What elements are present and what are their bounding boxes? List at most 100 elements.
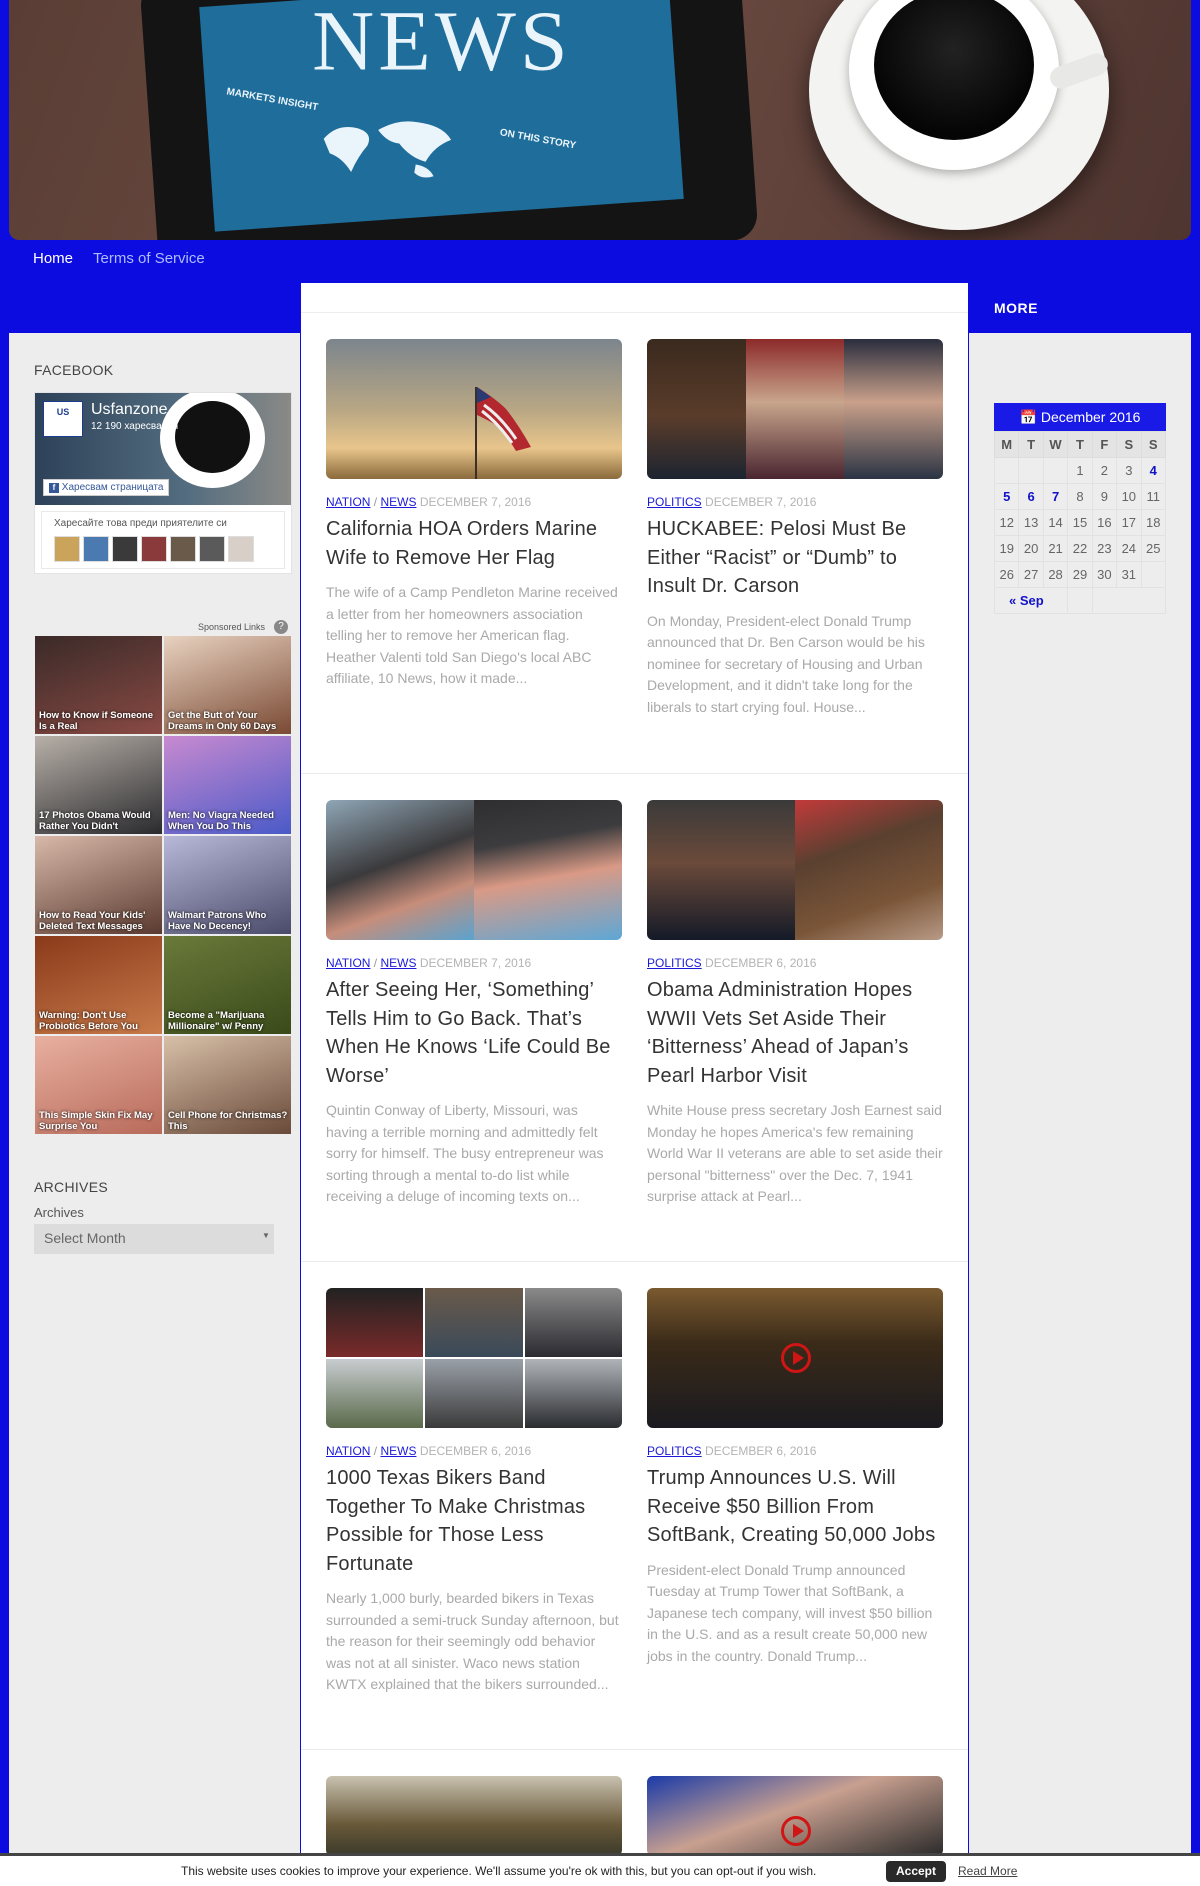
post-excerpt: The wife of a Camp Pendleton Marine rece…: [326, 584, 618, 686]
flag-icon: [475, 387, 531, 479]
more-heading: MORE: [994, 300, 1038, 316]
ad-caption: Warning: Don't Use Probiotics Before You: [39, 1010, 138, 1032]
sponsored-links-label: Sponsored Links: [198, 622, 266, 632]
post-image-man[interactable]: [326, 800, 622, 940]
archives-widget-title: ARCHIVES: [34, 1179, 108, 1195]
category-link[interactable]: POLITICS: [647, 1444, 702, 1458]
friend-avatar[interactable]: [83, 536, 109, 562]
help-icon[interactable]: ?: [274, 620, 288, 634]
sponsored-ad[interactable]: 17 Photos Obama Would Rather You Didn't: [35, 736, 162, 834]
post-title[interactable]: After Seeing Her, ‘Something’ Tells Him …: [326, 976, 622, 1090]
calendar-prev-link[interactable]: « Sep: [993, 587, 1069, 614]
nav-terms-link[interactable]: Terms of Service: [93, 250, 205, 267]
friend-avatar[interactable]: [199, 536, 225, 562]
post-excerpt: President-elect Donald Trump announced T…: [647, 1561, 933, 1664]
cookie-consent-bar: This website uses cookies to improve you…: [0, 1853, 1200, 1886]
nav-home-link[interactable]: Home: [33, 250, 73, 267]
calendar-week: 12 13 14 15 16 17 18: [993, 509, 1167, 536]
photo-image: [474, 800, 622, 940]
calendar-day[interactable]: 6: [1018, 483, 1044, 510]
sponsored-ad[interactable]: Get the Butt of Your Dreams in Only 60 D…: [164, 636, 291, 734]
post-title[interactable]: HUCKABEE: Pelosi Must Be Either “Racist”…: [647, 515, 943, 601]
post-title[interactable]: Trump Announces U.S. Will Receive $50 Bi…: [647, 1464, 943, 1550]
calendar-month: December 2016: [1040, 409, 1141, 425]
banner-headline: NEWS: [312, 0, 572, 89]
banner-story-text: ON THIS STORY: [498, 127, 577, 152]
sponsored-ad[interactable]: Walmart Patrons Who Have No Decency!: [164, 836, 291, 934]
friend-avatar[interactable]: [141, 536, 167, 562]
friend-avatar[interactable]: [112, 536, 138, 562]
post-card: POLITICS DECEMBER 6, 2016 Obama Administ…: [647, 800, 943, 1208]
calendar-day: 30: [1091, 561, 1118, 588]
post-image-bikers[interactable]: [326, 1288, 622, 1428]
calendar-day: 10: [1116, 483, 1142, 510]
site-header-banner[interactable]: NEWS MARKETS INSIGHT ON THIS STORY: [9, 0, 1191, 240]
calendar-weekday-row: MTWTFSS: [993, 431, 1167, 458]
post-image-flag[interactable]: [326, 339, 622, 479]
post-date: DECEMBER 6, 2016: [705, 956, 817, 970]
post-meta: POLITICS DECEMBER 6, 2016: [647, 956, 943, 970]
page-logo-text: US: [56, 407, 70, 417]
friend-avatar[interactable]: [170, 536, 196, 562]
page-logo[interactable]: US: [43, 401, 83, 437]
post-meta: NATION / NEWS DECEMBER 6, 2016: [326, 1444, 532, 1458]
cookie-accept-button[interactable]: Accept: [886, 1861, 946, 1882]
calendar-day: 31: [1116, 561, 1142, 588]
post-title[interactable]: California HOA Orders Marine Wife to Rem…: [326, 515, 622, 572]
calendar-day: 3: [1116, 457, 1142, 484]
facebook-like-button[interactable]: f Харесвам страницата: [43, 479, 170, 496]
play-icon[interactable]: [781, 1343, 811, 1373]
friend-avatar[interactable]: [228, 536, 254, 562]
portrait-image: [844, 339, 943, 479]
collage-image: [425, 1288, 523, 1357]
calendar-day: 23: [1091, 535, 1118, 562]
post-image-soldier[interactable]: [326, 1776, 622, 1856]
play-icon[interactable]: [781, 1816, 811, 1846]
facebook-like-label: Харесвам страницата: [61, 482, 164, 493]
category-link[interactable]: POLITICS: [647, 956, 702, 970]
sponsored-ad[interactable]: Become a "Marijuana Millionaire" w/ Penn…: [164, 936, 291, 1034]
calendar-day[interactable]: 4: [1140, 457, 1167, 484]
calendar-day: 9: [1091, 483, 1118, 510]
sponsored-ad[interactable]: Warning: Don't Use Probiotics Before You: [35, 936, 162, 1034]
category-link[interactable]: NEWS: [380, 1444, 416, 1458]
category-link[interactable]: POLITICS: [647, 495, 702, 509]
calendar-day[interactable]: 5: [993, 483, 1020, 510]
portrait-image: [745, 339, 845, 479]
calendar-week: 26 27 28 29 30 31: [993, 561, 1167, 588]
facebook-f-icon: f: [49, 483, 59, 493]
sponsored-ad[interactable]: How to Know if Someone Is a Real: [35, 636, 162, 734]
sponsored-ad[interactable]: How to Read Your Kids' Deleted Text Mess…: [35, 836, 162, 934]
facebook-page-name[interactable]: Usfanzone: [91, 401, 168, 419]
category-link[interactable]: NATION: [326, 1444, 370, 1458]
post-image-obama-veteran[interactable]: [647, 800, 943, 940]
calendar-caption: 📅 December 2016: [994, 403, 1166, 431]
post-title[interactable]: Obama Administration Hopes WWII Vets Set…: [647, 976, 943, 1090]
collage-image: [326, 1359, 424, 1428]
friend-avatar[interactable]: [54, 536, 80, 562]
calendar-day: 25: [1140, 535, 1167, 562]
post-excerpt: Nearly 1,000 burly, bearded bikers in Te…: [326, 1590, 619, 1692]
sponsored-ad[interactable]: This Simple Skin Fix May Surprise You: [35, 1036, 162, 1134]
cookie-read-more-link[interactable]: Read More: [958, 1864, 1017, 1878]
post-excerpt: White House press secretary Josh Earnest…: [647, 1102, 943, 1204]
category-link[interactable]: NATION: [326, 956, 370, 970]
photo-image: [795, 800, 943, 940]
category-link[interactable]: NEWS: [380, 495, 416, 509]
category-link[interactable]: NATION: [326, 495, 370, 509]
post-title[interactable]: 1000 Texas Bikers Band Together To Make …: [326, 1464, 622, 1578]
ad-caption: Get the Butt of Your Dreams in Only 60 D…: [168, 710, 277, 732]
post-image-pence[interactable]: [647, 1776, 943, 1856]
sponsored-ad[interactable]: Men: No Viagra Needed When You Do This: [164, 736, 291, 834]
calendar-day: 8: [1067, 483, 1093, 510]
calendar-day[interactable]: 7: [1042, 483, 1069, 510]
calendar-day: 2: [1091, 457, 1118, 484]
facebook-cover-image[interactable]: US Usfanzone 12 190 харесвания f Харесва…: [35, 393, 291, 505]
post-image-trump-softbank[interactable]: [647, 1288, 943, 1428]
category-link[interactable]: NEWS: [380, 956, 416, 970]
calendar-day: 22: [1067, 535, 1093, 562]
archives-month-select[interactable]: Select Month: [34, 1224, 274, 1254]
sponsored-ad[interactable]: Cell Phone for Christmas? This: [164, 1036, 291, 1134]
post-image-politicians[interactable]: [647, 339, 943, 479]
facebook-page-widget[interactable]: US Usfanzone 12 190 харесвания f Харесва…: [34, 392, 292, 574]
